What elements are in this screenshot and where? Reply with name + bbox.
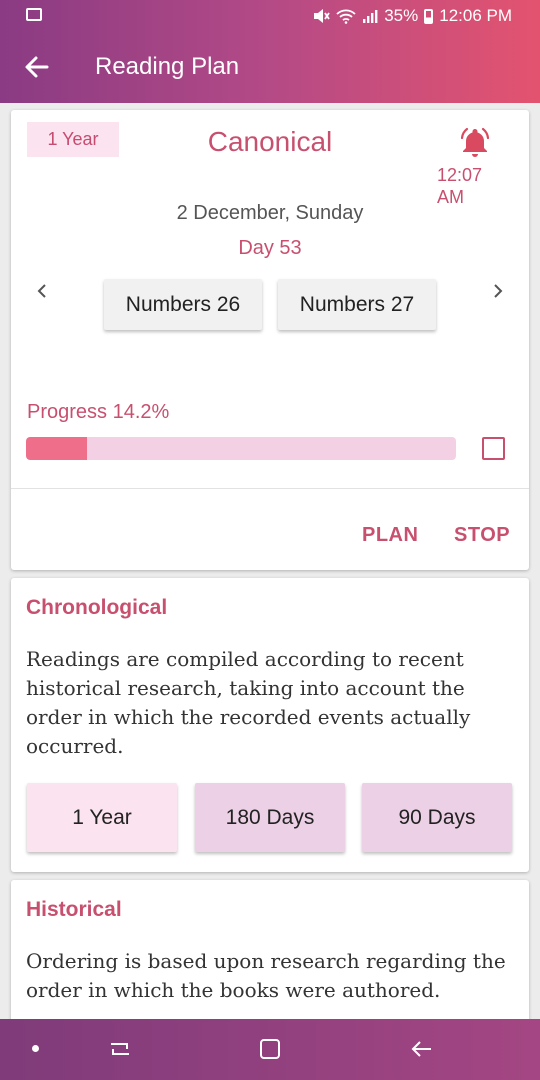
reading-button-2[interactable]: Numbers 27 xyxy=(278,279,436,330)
system-navigation-bar xyxy=(0,1019,540,1080)
page-title: Reading Plan xyxy=(95,53,240,80)
plan-title: Chronological xyxy=(26,596,168,619)
nav-dot-icon[interactable] xyxy=(32,1045,39,1052)
gallery-notification-icon xyxy=(26,8,42,21)
status-bar: 35% 12:06 PM xyxy=(0,0,540,32)
plan-description: Readings are compiled according to recen… xyxy=(26,647,471,758)
plan-card-historical: Historical Ordering is based upon resear… xyxy=(11,880,529,1040)
previous-day-chevron-icon[interactable] xyxy=(31,280,53,302)
plan-name: Canonical xyxy=(207,126,333,157)
duration-button-1-year[interactable]: 1 Year xyxy=(27,783,177,852)
wifi-icon xyxy=(336,9,356,24)
battery-icon xyxy=(424,8,434,24)
progress-bar-fill xyxy=(26,437,88,460)
duration-button-180-days[interactable]: 180 Days xyxy=(195,783,345,852)
app-bar: 35% 12:06 PM Reading Plan xyxy=(0,0,540,103)
next-day-chevron-icon[interactable] xyxy=(487,280,509,302)
signal-icon xyxy=(363,10,378,23)
divider xyxy=(11,488,529,489)
reading-button-1[interactable]: Numbers 26 xyxy=(104,279,262,330)
home-icon[interactable] xyxy=(257,1036,283,1062)
current-plan-card: 1 Year Canonical 12:07 AM 2 December, Su… xyxy=(11,110,529,570)
plan-description: Ordering is based upon research regardin… xyxy=(26,949,506,1002)
plan-button[interactable]: PLAN xyxy=(362,524,418,547)
reading-date: 2 December, Sunday xyxy=(176,202,364,224)
progress-bar xyxy=(26,437,456,460)
clock: 12:06 PM xyxy=(439,6,512,25)
plan-card-chronological: Chronological Readings are compiled acco… xyxy=(11,578,529,872)
day-complete-checkbox[interactable] xyxy=(482,437,505,460)
alarm-bell-icon[interactable] xyxy=(457,124,493,160)
reading-day: Day 53 xyxy=(238,237,302,259)
mute-icon xyxy=(314,9,330,23)
progress-label: Progress 14.2% xyxy=(27,401,170,423)
back-arrow-icon[interactable] xyxy=(20,50,54,84)
plan-title: Historical xyxy=(26,898,122,921)
back-nav-icon[interactable] xyxy=(409,1036,435,1062)
battery-percent: 35% xyxy=(384,6,419,25)
stop-button[interactable]: STOP xyxy=(454,524,510,547)
duration-button-90-days[interactable]: 90 Days xyxy=(362,783,512,852)
recent-apps-icon[interactable] xyxy=(107,1036,133,1062)
